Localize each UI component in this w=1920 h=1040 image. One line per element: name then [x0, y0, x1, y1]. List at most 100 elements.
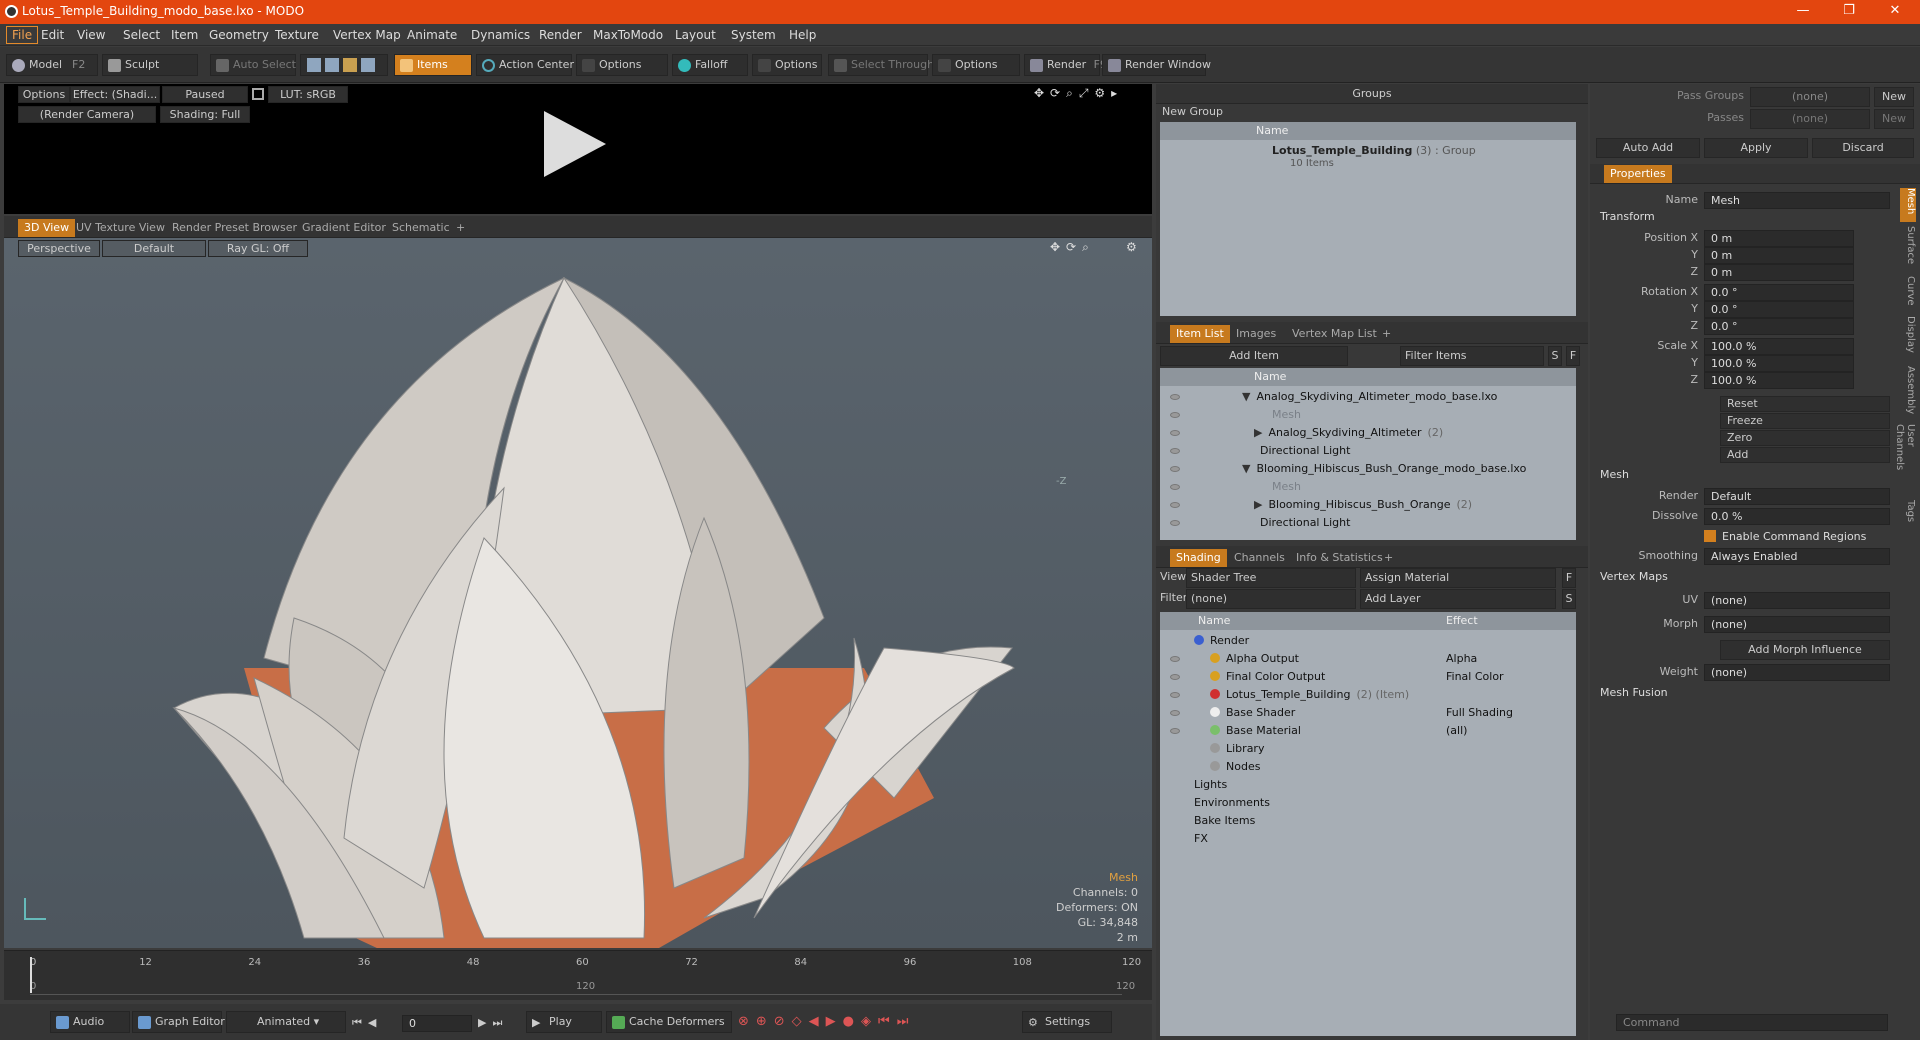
edges-icon[interactable] [325, 58, 339, 72]
visibility-eye-icon[interactable] [1170, 502, 1180, 508]
timeline-ruler[interactable]: 0 12 24 36 48 60 72 84 96 108 120 0 120 120 [30, 957, 1141, 995]
tab-item-list[interactable]: Item List [1170, 325, 1230, 343]
shader-item[interactable]: Base Material [1210, 722, 1301, 740]
paused-button[interactable]: Paused [162, 86, 248, 103]
menu-texture[interactable]: Texture [270, 27, 324, 43]
shader-item[interactable]: Alpha Output [1210, 650, 1299, 668]
morph-field[interactable]: (none) [1704, 616, 1890, 633]
shader-item[interactable]: Render [1194, 632, 1249, 650]
transport-prev-icons[interactable]: ⏮◀ [352, 1016, 382, 1030]
item-list[interactable]: Name ▼ Analog_Skydiving_Altimeter_modo_ba… [1160, 368, 1576, 540]
vertex-maps-section[interactable]: Vertex Maps [1600, 568, 1668, 586]
shader-item[interactable]: FX [1194, 830, 1208, 848]
enable-command-regions-checkbox[interactable]: Enable Command Regions [1704, 528, 1866, 546]
list-item[interactable]: Mesh [1266, 478, 1301, 496]
passes-dropdown[interactable]: (none) [1750, 109, 1870, 129]
auto-add-button[interactable]: Auto Add [1596, 138, 1700, 158]
graph-editor-button[interactable]: Graph Editor [132, 1011, 225, 1033]
side-tab-mesh[interactable]: Mesh [1900, 188, 1916, 222]
name-field[interactable]: Mesh [1704, 192, 1890, 209]
preview-nav-icons[interactable]: ✥⟳⌕⤢⚙▸ [1034, 86, 1123, 101]
options-button-2[interactable]: Options [752, 54, 822, 76]
menu-view[interactable]: View [72, 27, 110, 43]
shader-item[interactable]: Base Shader [1210, 704, 1295, 722]
rot-z-field[interactable]: 0.0 ° [1704, 318, 1854, 335]
3d-viewport[interactable]: Perspective Default Ray GL: Off ✥⟳⌕ ⚙ -Z… [4, 238, 1152, 948]
scale-x-field[interactable]: 100.0 % [1704, 338, 1854, 355]
items-mode-button[interactable]: Items [394, 54, 472, 76]
shader-item[interactable]: Final Color Output [1210, 668, 1325, 686]
groups-list[interactable]: Name Lotus_Temple_Building (3) : Group 1… [1160, 122, 1576, 316]
visibility-eye-icon[interactable] [1170, 412, 1180, 418]
rot-x-field[interactable]: 0.0 ° [1704, 284, 1854, 301]
pos-y-field[interactable]: 0 m [1704, 247, 1854, 264]
tab-channels[interactable]: Channels [1228, 549, 1291, 567]
properties-tab[interactable]: Properties [1604, 165, 1672, 183]
visibility-eye-icon[interactable] [1170, 484, 1180, 490]
pos-z-field[interactable]: 0 m [1704, 264, 1854, 281]
key-tools-icons[interactable]: ⊗⊕⊘◇◀▶●◈⏮⏭ [738, 1014, 915, 1029]
auto-select-button[interactable]: Auto Select [210, 54, 296, 76]
reset-dropdown[interactable]: Reset [1720, 396, 1890, 412]
shader-item[interactable]: Lotus_Temple_Building (2) (Item) [1210, 686, 1409, 704]
materials-icon[interactable] [361, 58, 375, 72]
options-button-3[interactable]: Options [932, 54, 1020, 76]
list-item[interactable]: Directional Light [1254, 442, 1350, 460]
menu-render[interactable]: Render [534, 27, 587, 43]
menu-item[interactable]: Item [166, 27, 203, 43]
tab--[interactable]: + [450, 219, 471, 237]
menu-geometry[interactable]: Geometry [204, 27, 274, 43]
lock-icon[interactable] [252, 88, 264, 100]
side-tab-surface[interactable]: Surface [1900, 226, 1916, 272]
zero-dropdown[interactable]: Zero [1720, 430, 1890, 446]
tab--[interactable]: + [1376, 325, 1397, 343]
expand-arrow-icon[interactable]: ▶ [1254, 426, 1262, 439]
lotus-temple-model[interactable] [4, 238, 1152, 948]
timeline[interactable]: 0 12 24 36 48 60 72 84 96 108 120 0 120 120 [4, 950, 1152, 1000]
menu-help[interactable]: Help [784, 27, 821, 43]
render-setting-field[interactable]: Default [1704, 488, 1890, 505]
list-item[interactable]: ▶ Blooming_Hibiscus_Bush_Orange (2) [1254, 496, 1472, 514]
audio-button[interactable]: Audio [50, 1011, 130, 1033]
shading-s-button[interactable]: S [1562, 589, 1576, 609]
polygons-icon[interactable] [343, 58, 357, 72]
visibility-eye-icon[interactable] [1170, 656, 1180, 662]
falloff-button[interactable]: Falloff [672, 54, 748, 76]
mesh-fusion-section[interactable]: Mesh Fusion [1600, 684, 1668, 702]
vertices-icon[interactable] [307, 58, 321, 72]
visibility-eye-icon[interactable] [1170, 520, 1180, 526]
visibility-eye-icon[interactable] [1170, 466, 1180, 472]
play-icon[interactable] [544, 111, 606, 177]
shader-item[interactable]: Lights [1194, 776, 1227, 794]
menu-vertex-map[interactable]: Vertex Map [328, 27, 406, 43]
preview-options-button[interactable]: Options [18, 86, 70, 103]
visibility-eye-icon[interactable] [1170, 430, 1180, 436]
tab-shading[interactable]: Shading [1170, 549, 1227, 567]
add-item-button[interactable]: Add Item [1160, 346, 1348, 366]
tab-3d-view[interactable]: 3D View [18, 219, 76, 237]
render-camera-dropdown[interactable]: (Render Camera) [18, 106, 156, 123]
transport-next-icons[interactable]: ▶⏭ [478, 1016, 508, 1030]
smoothing-field[interactable]: Always Enabled [1704, 548, 1890, 565]
rot-y-field[interactable]: 0.0 ° [1704, 301, 1854, 318]
expand-arrow-icon[interactable]: ▼ [1242, 390, 1250, 403]
list-item[interactable]: Directional Light [1254, 514, 1350, 532]
tab-uv-texture-view[interactable]: UV Texture View [70, 219, 171, 237]
menu-layout[interactable]: Layout [670, 27, 721, 43]
assign-material-button[interactable]: Assign Material [1360, 568, 1556, 588]
animated-dropdown[interactable]: Animated ▾ [226, 1011, 346, 1033]
visibility-eye-icon[interactable] [1170, 710, 1180, 716]
shader-effect[interactable]: Alpha [1446, 650, 1477, 668]
minimize-button[interactable]: — [1780, 0, 1826, 24]
options-button-1[interactable]: Options [576, 54, 668, 76]
shader-item[interactable]: Library [1210, 740, 1264, 758]
settings-button[interactable]: ⚙ Settings [1022, 1011, 1112, 1033]
scale-y-field[interactable]: 100.0 % [1704, 355, 1854, 372]
shading-filter-dropdown[interactable]: (none) [1186, 589, 1356, 609]
tab-schematic[interactable]: Schematic [386, 219, 456, 237]
weight-field[interactable]: (none) [1704, 664, 1890, 681]
filter-items-field[interactable]: Filter Items [1400, 346, 1544, 366]
mesh-section[interactable]: Mesh [1600, 466, 1629, 484]
menu-edit[interactable]: Edit [36, 27, 69, 43]
itemlist-s-button[interactable]: S [1548, 346, 1562, 366]
